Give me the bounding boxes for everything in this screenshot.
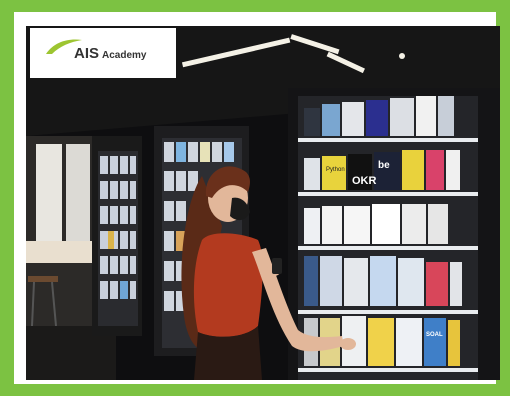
window	[36, 144, 62, 244]
logo-subtitle: Academy	[102, 50, 147, 61]
counter	[26, 241, 101, 263]
library-scene: Python OKR be SOAL	[26, 26, 500, 380]
photo: Python OKR be SOAL	[26, 26, 500, 380]
bookshelf-left	[92, 136, 142, 336]
book-title: be	[378, 160, 390, 171]
ais-academy-logo: AIS Academy	[30, 28, 176, 78]
bookshelf-right	[288, 88, 500, 380]
logo-brand: AIS Academy	[74, 45, 147, 62]
book-title: OKR	[352, 175, 377, 187]
window	[66, 144, 90, 244]
book-title: Python	[326, 167, 345, 173]
book-title: SOAL	[426, 332, 443, 338]
